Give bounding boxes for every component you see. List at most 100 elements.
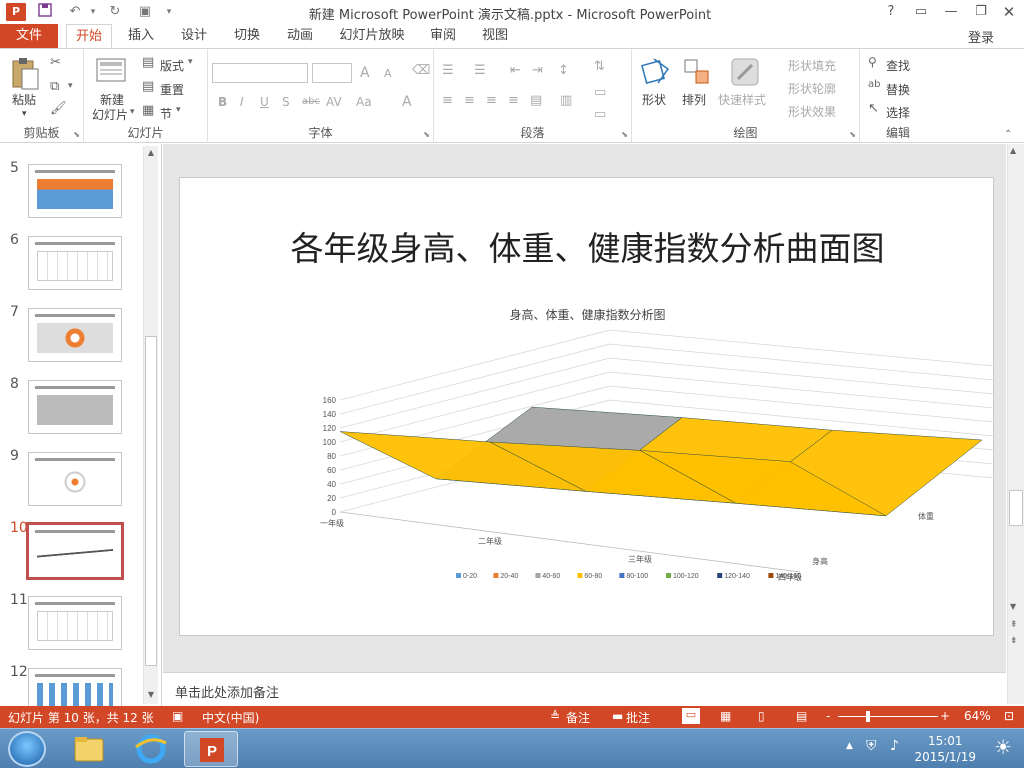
slideshow-view-icon[interactable]: ▤ bbox=[796, 709, 807, 723]
notes-pane[interactable]: 单击此处添加备注 bbox=[163, 672, 1006, 706]
language-status[interactable]: 中文(中国) bbox=[202, 709, 259, 726]
align-text-icon[interactable]: ▭ bbox=[594, 85, 606, 100]
bullets-icon[interactable]: ☰ bbox=[442, 63, 454, 78]
paste-dropdown-icon[interactable]: ▾ bbox=[22, 109, 27, 119]
arrange-icon[interactable] bbox=[682, 57, 712, 87]
clock[interactable]: 15:01 2015/1/19 bbox=[914, 733, 976, 765]
section-icon[interactable]: ▦ bbox=[142, 103, 154, 118]
undo-dropdown-icon[interactable]: ▾ bbox=[84, 3, 102, 21]
slide-thumbnail[interactable] bbox=[28, 452, 122, 506]
align-right-icon[interactable]: ≡ bbox=[486, 93, 497, 108]
customize-qat-icon[interactable]: ▾ bbox=[160, 3, 178, 21]
tab-design[interactable]: 设计 bbox=[171, 24, 217, 48]
powerpoint-taskbar-icon[interactable]: P bbox=[184, 731, 238, 767]
increase-indent-icon[interactable]: ⇥ bbox=[532, 63, 543, 78]
find-icon[interactable]: ⚲ bbox=[868, 55, 877, 69]
start-button[interactable] bbox=[8, 731, 46, 767]
paste-button[interactable]: 粘贴 bbox=[12, 91, 36, 108]
layout-dropdown-icon[interactable]: ▾ bbox=[188, 57, 193, 67]
select-icon[interactable]: ↖ bbox=[868, 101, 879, 116]
font-launcher-icon[interactable]: ⬊ bbox=[423, 130, 430, 139]
volume-tray-icon[interactable]: ♪ bbox=[890, 738, 899, 754]
zoom-out-button[interactable]: - bbox=[826, 709, 830, 723]
editor-scroll-down-icon[interactable]: ▼ bbox=[1010, 602, 1016, 611]
layout-button[interactable]: 版式 bbox=[160, 57, 184, 74]
previous-slide-icon[interactable]: ⇞ bbox=[1010, 620, 1018, 630]
columns-icon[interactable]: ▥ bbox=[560, 93, 572, 108]
shape-effects-button[interactable]: 形状效果 bbox=[788, 103, 836, 120]
comments-icon[interactable]: ▬ bbox=[612, 709, 623, 723]
slide-thumbnail[interactable] bbox=[28, 236, 122, 290]
shape-fill-button[interactable]: 形状填充 bbox=[788, 57, 836, 74]
weather-tray-icon[interactable]: ☀ bbox=[994, 735, 1012, 759]
zoom-slider[interactable] bbox=[838, 716, 938, 717]
italic-button[interactable]: I bbox=[240, 95, 244, 109]
align-center-icon[interactable]: ≡ bbox=[464, 93, 475, 108]
bold-button[interactable]: B bbox=[218, 95, 227, 109]
clear-format-icon[interactable]: ⌫ bbox=[412, 63, 430, 78]
underline-button[interactable]: U bbox=[260, 95, 269, 109]
thumbnails-scrollbar[interactable]: ▲ ▼ bbox=[143, 146, 158, 704]
layout-icon[interactable]: ▤ bbox=[142, 55, 154, 70]
normal-view-icon[interactable]: ▭ bbox=[682, 708, 700, 724]
tray-expand-icon[interactable]: ▲ bbox=[846, 741, 853, 751]
editor-scroll-up-icon[interactable]: ▲ bbox=[1010, 146, 1016, 155]
redo-icon[interactable]: ↻ bbox=[106, 3, 124, 21]
slide-thumbnail[interactable] bbox=[28, 308, 122, 362]
tab-transitions[interactable]: 切换 bbox=[224, 24, 270, 48]
collapse-ribbon-icon[interactable]: ⌃ bbox=[1004, 129, 1012, 140]
tab-review[interactable]: 审阅 bbox=[420, 24, 466, 48]
distributed-icon[interactable]: ▤ bbox=[530, 93, 542, 108]
help-button[interactable]: ? bbox=[880, 2, 902, 22]
section-dropdown-icon[interactable]: ▾ bbox=[176, 105, 181, 115]
zoom-slider-thumb[interactable] bbox=[866, 711, 870, 722]
shape-outline-button[interactable]: 形状轮廓 bbox=[788, 80, 836, 97]
copy-icon[interactable]: ⧉ bbox=[50, 79, 59, 94]
change-case-button[interactable]: Aa bbox=[356, 95, 372, 109]
editor-scroll-thumb[interactable] bbox=[1009, 490, 1023, 526]
surface-chart[interactable]: 020406080100120140160一年级二年级三年级四年级身高体重健康指… bbox=[180, 178, 995, 637]
restore-icon[interactable]: ❐ bbox=[970, 2, 992, 22]
copy-dropdown-icon[interactable]: ▾ bbox=[68, 81, 73, 91]
format-painter-icon[interactable]: 🖌 bbox=[50, 101, 67, 116]
current-slide[interactable]: 各年级身高、体重、健康指数分析曲面图 身高、体重、健康指数分析图 0 20 40 60… bbox=[179, 177, 995, 637]
tab-file[interactable]: 文件 bbox=[0, 24, 58, 48]
select-button[interactable]: 选择 bbox=[886, 104, 910, 121]
shadow-button[interactable]: S bbox=[282, 95, 290, 109]
tab-animations[interactable]: 动画 bbox=[277, 24, 323, 48]
arrange-button[interactable]: 排列 bbox=[682, 91, 706, 108]
minimize-icon[interactable]: — bbox=[940, 2, 962, 22]
scroll-up-icon[interactable]: ▲ bbox=[145, 148, 157, 160]
drawing-launcher-icon[interactable]: ⬊ bbox=[849, 130, 856, 139]
font-name-combo[interactable] bbox=[212, 63, 308, 83]
zoom-level[interactable]: 64% bbox=[964, 709, 991, 723]
quick-styles-button[interactable]: 快速样式 bbox=[718, 91, 766, 108]
smartart-icon[interactable]: ▭ bbox=[594, 107, 606, 122]
tab-insert[interactable]: 插入 bbox=[118, 24, 164, 48]
shapes-icon[interactable] bbox=[640, 55, 670, 85]
clipboard-launcher-icon[interactable]: ⬊ bbox=[73, 130, 80, 139]
next-slide-icon[interactable]: ⇟ bbox=[1010, 636, 1018, 646]
paste-icon[interactable] bbox=[10, 57, 40, 90]
numbering-icon[interactable]: ☰ bbox=[474, 63, 486, 78]
slide-thumbnail[interactable] bbox=[28, 380, 122, 434]
close-icon[interactable]: ✕ bbox=[998, 2, 1020, 22]
tab-view[interactable]: 视图 bbox=[472, 24, 518, 48]
shapes-button[interactable]: 形状 bbox=[642, 91, 666, 108]
notes-toggle-button[interactable]: 备注 bbox=[566, 709, 590, 726]
security-tray-icon[interactable]: ⛨ bbox=[866, 738, 877, 754]
font-color-button[interactable]: A bbox=[402, 94, 412, 110]
spell-check-icon[interactable]: ▣ bbox=[172, 709, 183, 723]
replace-icon[interactable]: ab bbox=[868, 79, 880, 90]
login-link[interactable]: 登录 bbox=[968, 27, 994, 46]
paragraph-launcher-icon[interactable]: ⬊ bbox=[621, 130, 628, 139]
present-icon[interactable]: ▣ bbox=[136, 3, 154, 21]
grow-font-button[interactable]: A bbox=[360, 65, 370, 81]
cut-icon[interactable]: ✂ bbox=[50, 55, 61, 70]
comments-button[interactable]: 批注 bbox=[626, 709, 650, 726]
ribbon-display-icon[interactable]: ▭ bbox=[910, 2, 932, 22]
font-size-combo[interactable] bbox=[312, 63, 352, 83]
new-slide-icon[interactable] bbox=[96, 57, 126, 87]
shrink-font-button[interactable]: A bbox=[384, 67, 392, 80]
char-spacing-button[interactable]: AV bbox=[326, 95, 342, 109]
